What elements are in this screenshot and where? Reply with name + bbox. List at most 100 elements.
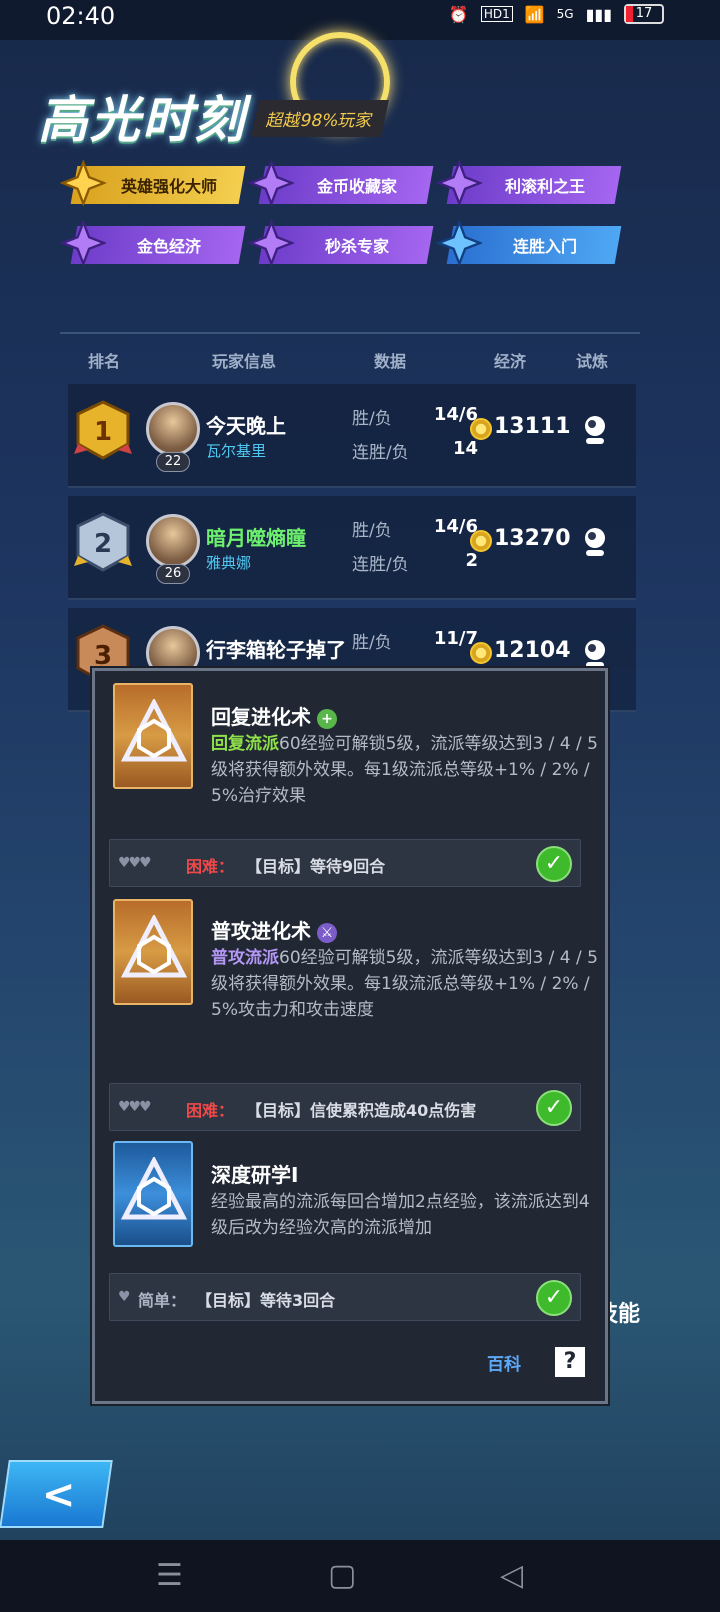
augment-title: 普攻进化术 ⚔: [211, 915, 337, 944]
coin-icon: [470, 418, 492, 440]
rank-medal-icon: 1: [74, 400, 132, 460]
col-rank: 排名: [88, 352, 121, 371]
trial-icon[interactable]: [580, 636, 610, 672]
avatar[interactable]: [146, 514, 200, 568]
trial-icon[interactable]: [580, 524, 610, 560]
status-bar: 02:40 ⏰ HD1 📶 5G ▮▮▮ 17: [0, 0, 720, 40]
difficulty-label: 困难：: [186, 1101, 235, 1120]
augment-card-icon: [113, 683, 193, 789]
status-time: 02:40: [46, 2, 116, 30]
rank-percentile: 超越98%玩家: [251, 100, 389, 137]
svg-text:1: 1: [94, 417, 112, 447]
col-trial: 试炼: [576, 352, 609, 371]
avatar[interactable]: [146, 402, 200, 456]
check-icon: ✓: [536, 846, 572, 882]
star-gem-icon: [248, 160, 295, 206]
wl-label: 胜/负: [352, 633, 392, 653]
wl-value: 14/6: [433, 404, 478, 425]
svg-text:3: 3: [94, 641, 112, 671]
attack-tag-icon: ⚔: [317, 922, 337, 943]
hd-icon: HD1: [480, 6, 513, 22]
hero-name: 瓦尔基里: [206, 442, 267, 460]
evolution-emblem-icon: [121, 915, 187, 978]
star-gem-icon: [436, 160, 483, 206]
table-row[interactable]: 1 22 今天晚上 瓦尔基里 胜/负 14/6 连胜/负 14 13111: [68, 384, 636, 488]
badge: 秒杀专家: [248, 220, 434, 266]
wl-label: 胜/负: [352, 521, 392, 541]
chevron-left-icon: <: [41, 1472, 76, 1518]
task-row: ♥♥♥ 困难： 【目标】信使累积造成40点伤害 ✓: [109, 1083, 581, 1131]
col-player: 玩家信息: [212, 352, 277, 371]
player-name: 行李箱轮子掉了: [206, 638, 346, 662]
task-goal: 【目标】等待3回合: [196, 1291, 336, 1310]
heal-tag-icon: +: [317, 708, 337, 729]
difficulty-hearts-icon: ♥: [118, 1289, 130, 1305]
task-goal: 【目标】等待9回合: [246, 857, 386, 876]
evolution-emblem-icon: [121, 1157, 187, 1220]
augment-card-icon: [113, 899, 193, 1005]
star-gem-icon: [248, 220, 295, 266]
task-row: ♥ 简单： 【目标】等待3回合 ✓: [109, 1273, 581, 1321]
economy-value: 12104: [494, 638, 571, 663]
divider: [60, 332, 640, 334]
star-gem-icon: [60, 220, 107, 266]
table-header: 排名 玩家信息 数据 经济 试炼: [60, 348, 640, 374]
badge: 金币收藏家: [248, 160, 434, 206]
badge: 金色经济: [60, 220, 246, 266]
hero-name: 雅典娜: [206, 554, 252, 572]
back-button[interactable]: <: [0, 1460, 113, 1528]
alarm-icon: ⏰: [448, 4, 469, 24]
difficulty-hearts-icon: ♥♥♥: [118, 855, 152, 871]
wiki-link[interactable]: 百科: [487, 1350, 521, 1375]
augment-description: 普攻流派60经验可解锁5级，流派等级达到3 / 4 / 5级将获得额外效果。每1…: [211, 948, 598, 1020]
difficulty-hearts-icon: ♥♥♥: [118, 1099, 152, 1115]
badge: 连胜入门: [436, 220, 622, 266]
streak-value: 2: [465, 550, 478, 571]
augment-description: 回复流派60经验可解锁5级，流派等级达到3 / 4 / 5级将获得额外效果。每1…: [211, 734, 598, 806]
rank-medal-icon: 2: [74, 512, 132, 572]
wl-value: 14/6: [433, 516, 478, 537]
wl-value: 11/7: [433, 628, 478, 649]
player-level: 26: [156, 564, 190, 584]
player-name: 暗月噬熵瞳: [206, 526, 306, 550]
difficulty-label: 困难：: [186, 857, 235, 876]
task-row: ♥♥♥ 困难： 【目标】等待9回合 ✓: [109, 839, 581, 887]
col-economy: 经济: [494, 352, 527, 371]
player-name: 今天晚上: [206, 414, 286, 438]
player-level: 22: [156, 452, 190, 472]
nav-back-icon[interactable]: ◁: [500, 1558, 523, 1593]
augment-detail-popup: 回复进化术 + 回复流派60经验可解锁5级，流派等级达到3 / 4 / 5级将获得…: [92, 668, 608, 1404]
menu-icon[interactable]: ☰: [156, 1558, 183, 1593]
signal-bars-icon: ▮▮▮: [585, 4, 612, 24]
system-nav-bar: ☰ ▢ ◁: [0, 1540, 720, 1612]
augment-description: 经验最高的流派每回合增加2点经验，该流派达到4级后改为经验次高的流派增加: [211, 1192, 590, 1238]
difficulty-label: 简单：: [138, 1291, 187, 1310]
badge: 利滚利之王: [436, 160, 622, 206]
trial-icon[interactable]: [580, 412, 610, 448]
augment-title: 深度研学I: [211, 1163, 299, 1187]
svg-text:2: 2: [94, 529, 112, 559]
economy-value: 13270: [494, 526, 571, 551]
signal-icon: 5G: [556, 7, 574, 21]
check-icon: ✓: [536, 1090, 572, 1126]
task-goal: 【目标】信使累积造成40点伤害: [246, 1101, 477, 1120]
table-row[interactable]: 2 26 暗月噬熵瞳 雅典娜 胜/负 14/6 连胜/负 2 13270: [68, 496, 636, 600]
augment-card-icon: [113, 1141, 193, 1247]
coin-icon: [470, 642, 492, 664]
streak-value: 14: [452, 438, 478, 459]
wiki-help-icon[interactable]: ?: [555, 1347, 585, 1377]
wifi-icon: 📶: [524, 4, 545, 24]
coin-icon: [470, 530, 492, 552]
home-icon[interactable]: ▢: [328, 1558, 356, 1593]
check-icon: ✓: [536, 1280, 572, 1316]
status-icons: ⏰ HD1 📶 5G ▮▮▮ 17: [449, 4, 664, 24]
battery-icon: 17: [624, 4, 664, 24]
page-title: 高光时刻: [38, 91, 246, 149]
economy-value: 13111: [494, 414, 571, 439]
wl-label: 胜/负: [352, 409, 392, 429]
evolution-emblem-icon: [121, 699, 187, 762]
badge: 英雄强化大师: [60, 160, 246, 206]
augment-title: 回复进化术 +: [211, 701, 337, 730]
star-gem-icon: [436, 220, 483, 266]
streak-label: 连胜/负: [352, 555, 409, 575]
